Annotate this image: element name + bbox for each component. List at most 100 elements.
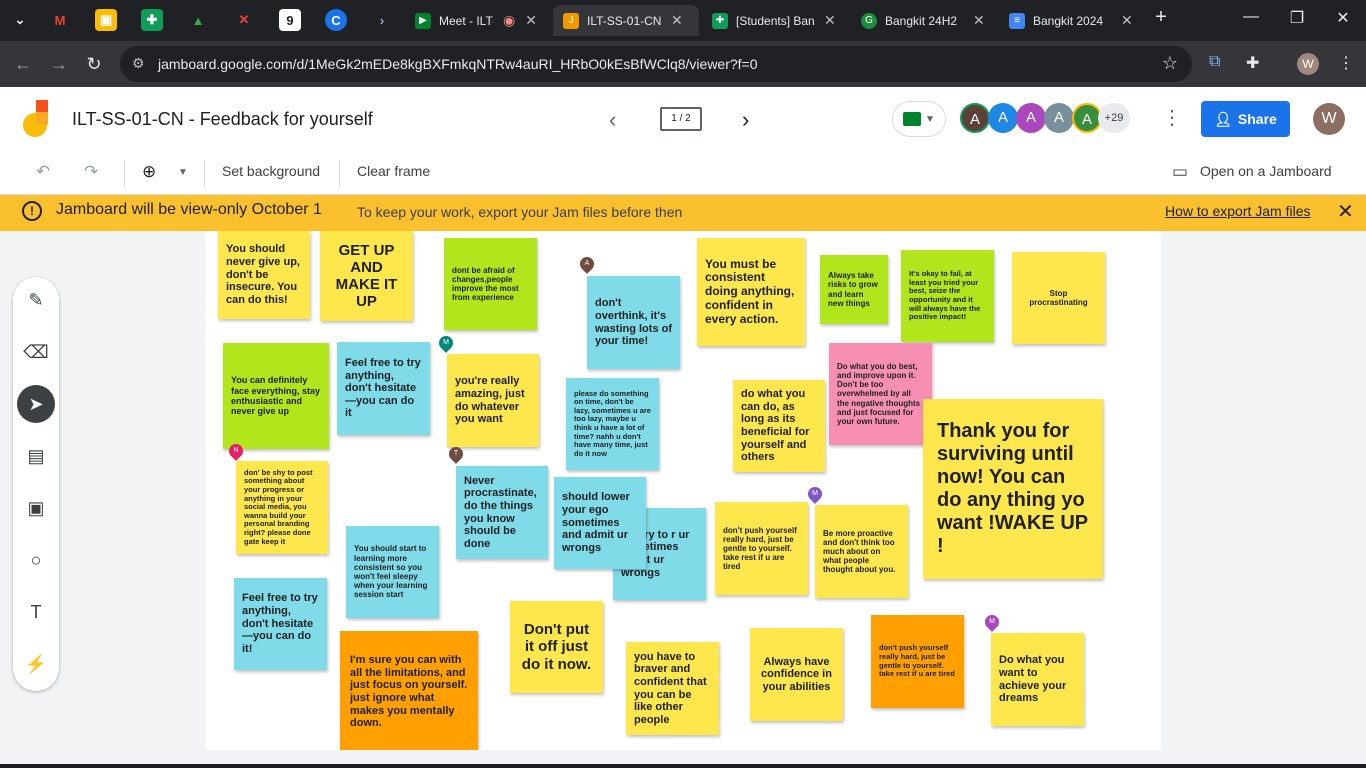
previous-frame-icon[interactable]: ‹ (609, 107, 616, 133)
extension-icon[interactable]: ⧉ (1209, 53, 1220, 71)
participant-avatar[interactable]: A (988, 103, 1018, 133)
sticky-note[interactable]: Feel free to try anything, don't hesitat… (337, 342, 430, 435)
new-tab-button[interactable]: + (1146, 6, 1176, 29)
info-icon: ! (22, 201, 42, 221)
undo-icon[interactable]: ↶ (36, 162, 50, 182)
sticky-note[interactable]: you have to braver and confident that yo… (626, 642, 719, 735)
sticky-note[interactable]: you're really amazing, just do whatever … (447, 354, 539, 447)
cast-display-icon[interactable]: ▭ (1172, 162, 1188, 182)
profile-avatar[interactable]: W (1297, 53, 1319, 75)
close-window-button[interactable]: ✕ (1328, 8, 1358, 28)
more-options-icon[interactable]: ⋮ (1162, 105, 1182, 130)
tab-search-icon[interactable]: ⌄ (9, 9, 31, 31)
close-icon[interactable]: ✕ (1337, 199, 1354, 224)
jam-canvas[interactable]: You should never give up, don't be insec… (205, 231, 1161, 750)
sticky-note[interactable]: It's okay to fail, at least you tried yo… (901, 250, 994, 342)
app-icon[interactable]: ✕ (233, 9, 255, 31)
back-button[interactable]: ← (10, 51, 36, 77)
sticky-note[interactable]: Thank you for surviving until now! You c… (923, 399, 1103, 579)
close-icon[interactable]: ✕ (671, 12, 683, 29)
pen-tool-icon[interactable]: ✎ (17, 281, 55, 319)
sticky-note-tool-icon[interactable]: ▤ (17, 437, 55, 475)
tab-meet[interactable]: ▶ Meet - ILT- ◉ ✕ (405, 5, 537, 36)
minimize-button[interactable]: — (1236, 8, 1266, 26)
eraser-tool-icon[interactable]: ⌫ (17, 333, 55, 371)
sticky-note[interactable]: You should never give up, don't be insec… (218, 231, 310, 319)
classroom-icon[interactable]: ▣ (95, 9, 117, 31)
sticky-note[interactable]: You can definitely face everything, stay… (223, 343, 329, 449)
meet-icon (903, 112, 922, 126)
sticky-note[interactable]: Be more proactive and don't think too mu… (815, 505, 908, 598)
chevron-down-icon[interactable]: ▼ (178, 167, 188, 178)
frame-indicator[interactable]: 1 / 2 (660, 107, 702, 131)
sticky-note[interactable]: Do what you want to achieve your dreams (991, 633, 1084, 726)
meet-button[interactable]: ▼ (892, 101, 946, 137)
next-frame-icon[interactable]: › (742, 107, 749, 133)
sticky-note[interactable]: Feel free to try anything, don't hesitat… (234, 578, 327, 670)
sticky-note[interactable]: please do something on time, don't be la… (566, 378, 659, 470)
sticky-note[interactable]: Stop procrastinating (1012, 252, 1105, 344)
close-icon[interactable]: ✕ (824, 12, 836, 29)
bookmark-star-icon[interactable]: ☆ (1162, 53, 1178, 74)
close-icon[interactable]: ✕ (525, 12, 537, 29)
reload-button[interactable]: ↻ (81, 51, 107, 77)
taskbar-edge (0, 764, 1366, 768)
sticky-note[interactable]: don't push yourself really hard, just be… (871, 615, 964, 708)
sticky-note[interactable]: should lower your ego sometimes and admi… (554, 477, 646, 569)
participant-avatar[interactable]: A (960, 103, 990, 133)
drive-icon[interactable]: ▲ (187, 9, 209, 31)
collaborator-cursor-pin: T (446, 444, 466, 464)
sticky-note[interactable]: You should start to learning more consis… (346, 526, 439, 618)
sticky-note[interactable]: Never procrastinate, do the things you k… (456, 466, 548, 559)
person-icon: 👤︎ (1214, 110, 1232, 127)
tab-bangkit[interactable]: G Bangkit 24H2 ✕ (851, 5, 985, 36)
app-icon-g[interactable]: 9 (279, 9, 301, 31)
sticky-note[interactable]: Don't put it off just do it now. (510, 601, 603, 693)
url-field[interactable]: ⚙ jamboard.google.com/d/1MeGk2mEDe8kgBXF… (120, 46, 1192, 82)
zoom-icon[interactable]: ⊕ (142, 162, 156, 182)
sticky-note[interactable]: don't push yourself really hard, just be… (715, 502, 808, 595)
maximize-button[interactable]: ❐ (1282, 8, 1312, 28)
tab-sheets[interactable]: ✚ [Students] Ban ✕ (702, 5, 836, 36)
sheets-icon: ✚ (712, 12, 728, 29)
tab-jamboard[interactable]: J ILT-SS-01-CN ✕ (553, 5, 699, 36)
clear-frame-button[interactable]: Clear frame (357, 163, 430, 179)
open-on-jamboard-button[interactable]: Open on a Jamboard (1200, 163, 1332, 179)
sticky-note[interactable]: don't overthink, it's wasting lots of yo… (587, 276, 680, 369)
sticky-note[interactable]: Always have confidence in your abilities (750, 628, 843, 721)
image-tool-icon[interactable]: ▣ (17, 489, 55, 527)
shape-tool-icon[interactable]: ○ (17, 541, 55, 579)
participant-avatar[interactable]: A (1044, 103, 1074, 133)
sticky-note[interactable]: dont be afraid of changes,people improve… (444, 238, 537, 330)
sticky-note[interactable]: Do what you do best, and improve upon it… (829, 343, 932, 445)
select-tool-icon[interactable]: ➤ (17, 385, 55, 423)
toolbar-divider (124, 160, 125, 188)
export-help-link[interactable]: How to export Jam files (1165, 203, 1311, 219)
redo-icon[interactable]: ↷ (84, 162, 98, 182)
sticky-note[interactable]: GET UP AND MAKE IT UP (320, 231, 413, 321)
site-info-icon[interactable]: ⚙ (132, 55, 145, 72)
extensions-puzzle-icon[interactable]: ✚ (1246, 53, 1259, 73)
set-background-button[interactable]: Set background (222, 163, 320, 179)
page-title[interactable]: ILT-SS-01-CN - Feedback for yourself (72, 109, 373, 130)
forward-button[interactable]: → (46, 51, 72, 77)
account-avatar[interactable]: W (1313, 103, 1345, 135)
app-icon-arrow[interactable]: › (371, 9, 393, 31)
participant-avatar[interactable]: A (1016, 103, 1046, 133)
sticky-note[interactable]: don' be shy to post something about your… (236, 461, 328, 554)
sticky-note[interactable]: do what you can do, as long as its benef… (733, 380, 825, 472)
tab-docs[interactable]: ≡ Bangkit 2024 ✕ (999, 5, 1133, 36)
sticky-note[interactable]: I'm sure you can with all the limitation… (340, 631, 478, 750)
gmail-icon[interactable]: M (49, 9, 71, 31)
laser-tool-icon[interactable]: ⚡ (17, 645, 55, 683)
sheets-icon[interactable]: ✚ (141, 9, 163, 31)
close-icon[interactable]: ✕ (973, 12, 985, 29)
app-icon-c[interactable]: C (325, 9, 347, 31)
sticky-note[interactable]: You must be consistent doing anything, c… (697, 238, 805, 346)
close-icon[interactable]: ✕ (1121, 12, 1133, 29)
sticky-note[interactable]: Always take risks to grow and learn new … (820, 255, 888, 324)
browser-menu-icon[interactable]: ⋮ (1338, 53, 1354, 73)
share-button[interactable]: 👤︎ Share (1201, 101, 1290, 137)
more-participants-badge[interactable]: +29 (1098, 103, 1130, 133)
text-box-tool-icon[interactable]: T (17, 593, 55, 631)
